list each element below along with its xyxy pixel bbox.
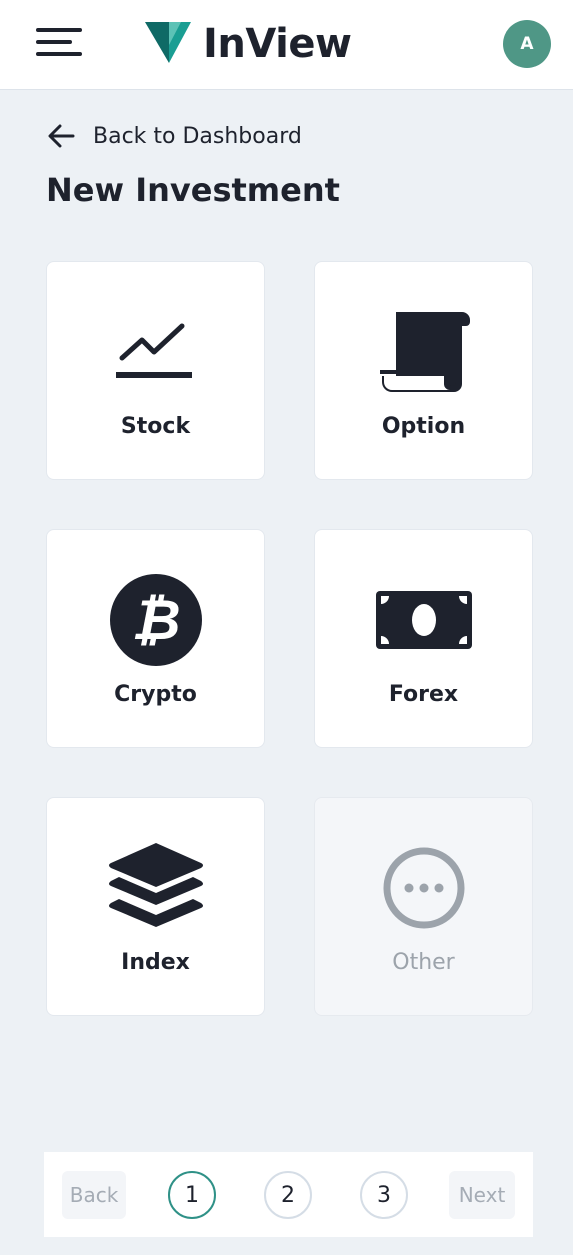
wizard-step-2[interactable]: 2 bbox=[264, 1171, 312, 1219]
money-bill-icon bbox=[375, 591, 472, 649]
option-scroll-icon bbox=[379, 312, 470, 392]
investment-option-option[interactable]: Option bbox=[314, 261, 533, 480]
wizard-next-button[interactable]: Next bbox=[449, 1171, 515, 1219]
stock-chart-icon bbox=[115, 323, 192, 378]
wizard-back-button[interactable]: Back bbox=[62, 1171, 126, 1219]
option-label: Option bbox=[381, 414, 466, 439]
inview-logo-icon bbox=[145, 22, 191, 63]
more-circle-icon bbox=[383, 847, 464, 929]
bitcoin-icon: ₿ bbox=[109, 574, 202, 666]
index-label: Index bbox=[121, 950, 190, 975]
wizard-navigation: Back 1 2 3 Next bbox=[44, 1152, 533, 1237]
investment-option-crypto[interactable]: ₿ Crypto bbox=[46, 529, 265, 748]
app-header: InView A bbox=[0, 0, 573, 90]
crypto-label: Crypto bbox=[114, 682, 197, 707]
stock-label: Stock bbox=[120, 414, 191, 439]
user-avatar[interactable]: A bbox=[503, 20, 551, 68]
layers-icon bbox=[108, 843, 203, 927]
investment-option-stock[interactable]: Stock bbox=[46, 261, 265, 480]
wizard-step-3[interactable]: 3 bbox=[360, 1171, 408, 1219]
arrow-left-icon bbox=[48, 124, 75, 148]
page-title: New Investment bbox=[46, 171, 340, 209]
wizard-step-1[interactable]: 1 bbox=[168, 1171, 216, 1219]
investment-option-forex[interactable]: Forex bbox=[314, 529, 533, 748]
back-to-dashboard-link[interactable]: Back to Dashboard bbox=[46, 118, 302, 154]
investment-option-other: Other bbox=[314, 797, 533, 1016]
hamburger-menu-icon[interactable] bbox=[36, 28, 84, 60]
other-label: Other bbox=[392, 950, 455, 975]
investment-option-index[interactable]: Index bbox=[46, 797, 265, 1016]
back-to-dashboard-label: Back to Dashboard bbox=[93, 123, 302, 149]
app-name: InView bbox=[203, 21, 352, 67]
svg-text:₿: ₿ bbox=[131, 588, 180, 653]
forex-label: Forex bbox=[388, 682, 459, 707]
